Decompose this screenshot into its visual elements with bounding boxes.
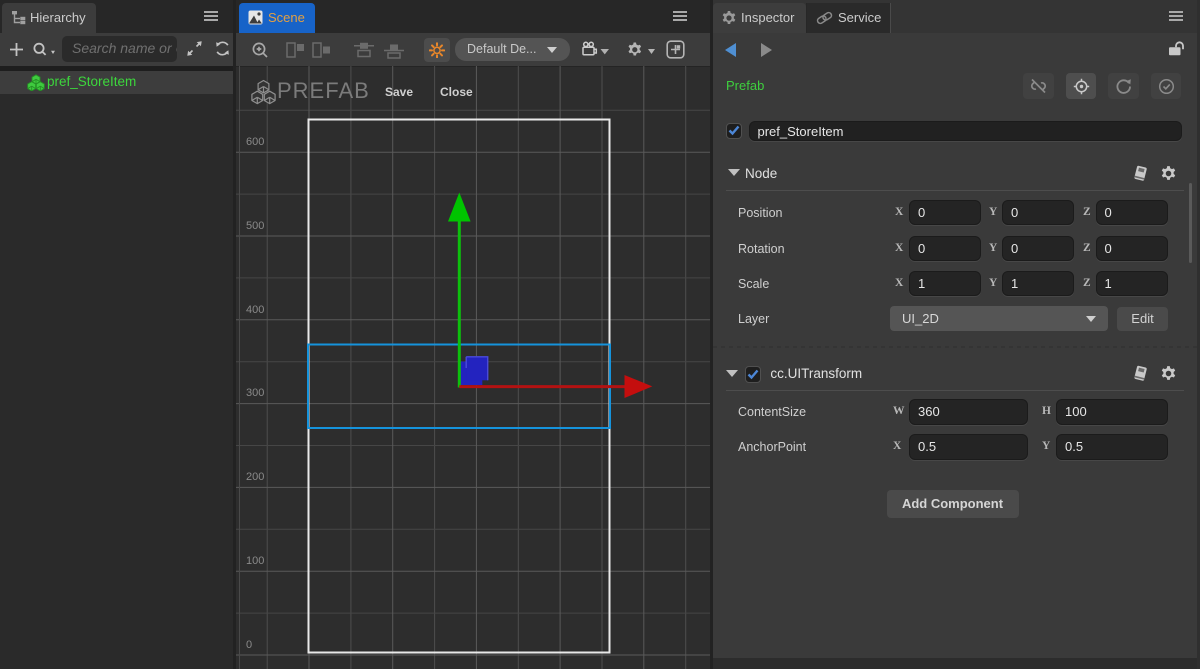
svg-text:Close: Close xyxy=(440,85,473,99)
svg-text:400: 400 xyxy=(246,304,264,316)
svg-text:300: 300 xyxy=(246,387,264,399)
svg-text:0: 0 xyxy=(246,639,252,651)
svg-text:PREFAB: PREFAB xyxy=(277,78,370,103)
svg-text:200: 200 xyxy=(246,471,264,483)
svg-text:100: 100 xyxy=(246,555,264,567)
svg-text:500: 500 xyxy=(246,220,264,232)
svg-text:Save: Save xyxy=(385,85,413,99)
svg-text:600: 600 xyxy=(246,136,264,148)
